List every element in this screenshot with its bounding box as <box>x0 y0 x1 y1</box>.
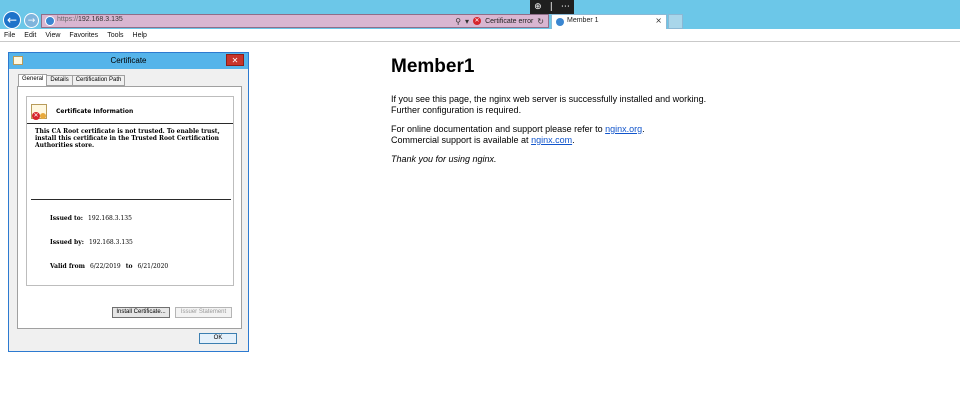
site-globe-icon <box>45 16 55 26</box>
info-heading: Certificate Information <box>56 108 134 115</box>
tab-favicon-icon <box>556 18 564 26</box>
issued-to-label: Issued to: <box>50 215 84 222</box>
back-arrow-icon: ← <box>6 13 18 27</box>
support-paragraph: For online documentation and support ple… <box>391 124 721 146</box>
menu-bar: File Edit View Favorites Tools Help <box>0 29 960 42</box>
issued-by-label: Issued by: <box>50 239 84 246</box>
menu-edit[interactable]: Edit <box>24 32 36 39</box>
new-tab-button[interactable] <box>668 14 683 29</box>
close-button[interactable]: ✕ <box>226 54 244 66</box>
dialog-title: Certificate <box>110 56 147 65</box>
dialog-titlebar[interactable]: Certificate ✕ <box>9 53 248 69</box>
back-button[interactable]: ← <box>3 11 21 29</box>
divider <box>31 199 231 200</box>
valid-to-value: 6/21/2020 <box>137 263 169 270</box>
menu-favorites[interactable]: Favorites <box>69 32 98 39</box>
cert-error-icon[interactable]: ✕ <box>473 17 482 25</box>
trust-warning: This CA Root certificate is not trusted.… <box>35 128 220 149</box>
menu-help[interactable]: Help <box>133 32 147 39</box>
address-url[interactable]: https://192.168.3.135 <box>57 16 123 23</box>
install-certificate-button[interactable]: Install Certificate... <box>112 307 170 318</box>
certificate-dialog: Certificate ✕ General Details Certificat… <box>8 52 249 352</box>
cert-error-label[interactable]: Certificate error <box>485 18 533 25</box>
issued-to-value: 192.168.3.135 <box>88 215 132 222</box>
page-title: Member1 <box>391 56 475 77</box>
tab-certification-path[interactable]: Certification Path <box>71 75 126 86</box>
nginx-com-link[interactable]: nginx.com <box>531 135 572 145</box>
commercial-text: Commercial support is available at <box>391 135 532 145</box>
forward-arrow-icon: → <box>27 15 36 26</box>
zoom-toolbar: ⊕ | ⋯ <box>530 0 574 14</box>
search-icon[interactable]: ⚲ <box>455 17 461 26</box>
url-scheme: https:// <box>57 16 79 23</box>
forward-button[interactable]: → <box>24 13 39 28</box>
divider <box>27 123 233 124</box>
valid-to-label: to <box>125 263 133 270</box>
dialog-tabs: General Details Certification Path <box>18 74 126 86</box>
chevron-down-icon[interactable]: ▾ <box>465 17 469 26</box>
issued-by-value: 192.168.3.135 <box>88 239 133 246</box>
address-bar-actions: ⚲ ▾ ✕ Certificate error ↻ <box>455 15 544 27</box>
seal-icon <box>40 113 46 119</box>
tab-general[interactable]: General <box>18 74 48 86</box>
tab-details[interactable]: Details <box>46 75 73 86</box>
error-x-icon: ✕ <box>32 112 40 120</box>
close-icon: ✕ <box>231 56 239 65</box>
commercial-text-period: . <box>572 135 575 145</box>
refresh-icon[interactable]: ↻ <box>537 17 544 26</box>
support-text: For online documentation and support ple… <box>391 124 606 134</box>
close-tab-icon[interactable]: × <box>655 16 662 25</box>
general-tab-panel: ✕ Certificate Information This CA Root c… <box>17 86 242 329</box>
tab-title: Member 1 <box>567 17 599 24</box>
menu-file[interactable]: File <box>4 32 15 39</box>
more-icon[interactable]: ⋯ <box>561 2 570 12</box>
menu-tools[interactable]: Tools <box>107 32 123 39</box>
issued-by-row: Issued by: 192.168.3.135 <box>50 239 133 246</box>
valid-from-label: Valid from <box>50 263 85 270</box>
untrusted-certificate-icon: ✕ <box>31 104 47 120</box>
issued-to-row: Issued to: 192.168.3.135 <box>50 215 132 222</box>
address-bar[interactable]: https://192.168.3.135 ⚲ ▾ ✕ Certificate … <box>41 14 549 28</box>
validity-row: Valid from 6/22/2019 to 6/21/2020 <box>50 263 168 270</box>
menu-view[interactable]: View <box>45 32 60 39</box>
support-text-period: . <box>642 124 645 134</box>
browser-tab[interactable]: Member 1 × <box>551 14 667 29</box>
zoom-icon[interactable]: ⊕ <box>534 2 542 12</box>
divider: | <box>549 2 553 12</box>
url-host: 192.168.3.135 <box>78 16 123 23</box>
page-content: Member1 If you see this page, the nginx … <box>391 56 721 173</box>
ok-button[interactable]: OK <box>199 333 237 344</box>
nginx-org-link[interactable]: nginx.org <box>605 124 642 134</box>
intro-paragraph: If you see this page, the nginx web serv… <box>391 94 707 115</box>
thanks-paragraph: Thank you for using nginx. <box>391 154 497 164</box>
issuer-statement-button: Issuer Statement <box>175 307 232 318</box>
certificate-info-box: ✕ Certificate Information This CA Root c… <box>26 96 234 286</box>
valid-from-value: 6/22/2019 <box>89 263 121 270</box>
